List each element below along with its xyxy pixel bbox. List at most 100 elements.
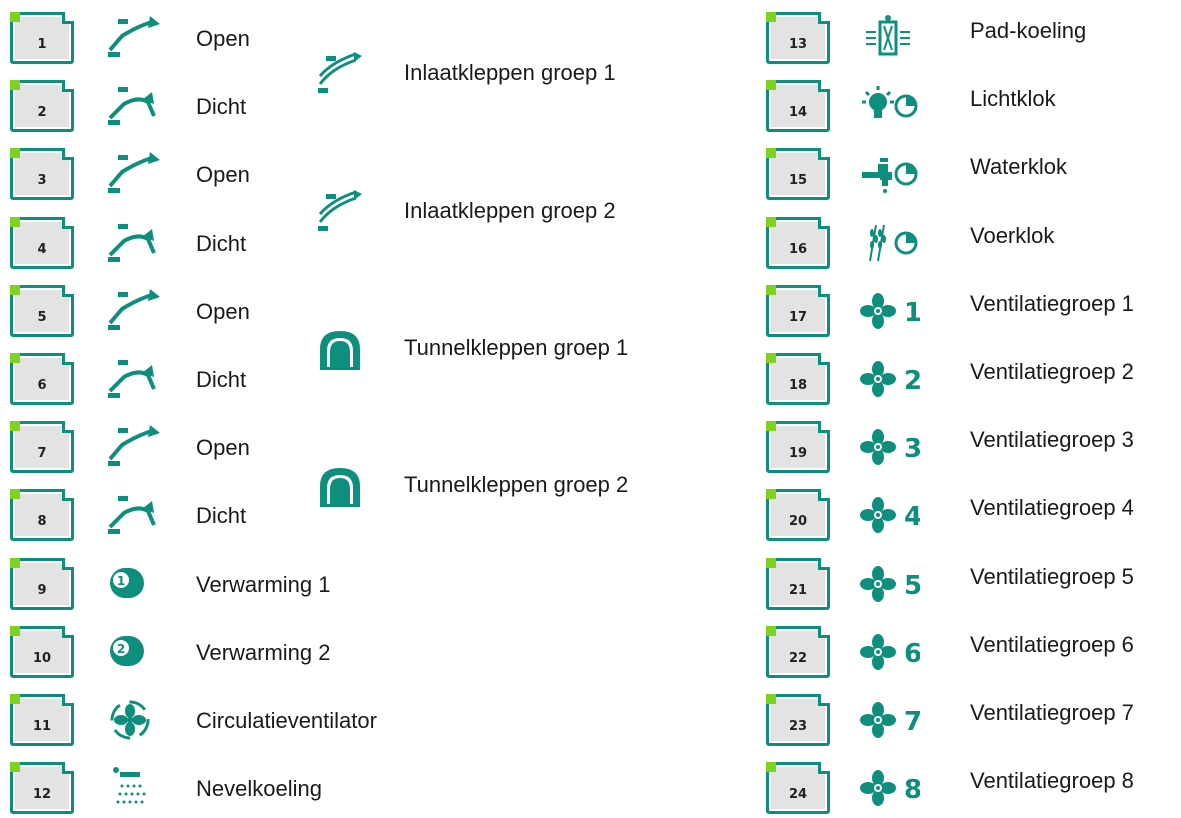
inlet-open-icon [104,150,164,198]
relay-label: Ventilatiegroep 5 [970,563,1134,589]
fan-icon: 6 [860,628,920,676]
relay-box-9[interactable]: 9 [10,557,74,610]
relay-box-23[interactable]: 23 [766,694,830,746]
inlet-open-icon [104,14,164,62]
pad-cooling-icon [860,14,920,62]
relay-number: 14 [788,105,808,121]
relay-box-1[interactable]: 1 [10,12,74,64]
relay-number: 8 [37,514,47,530]
inlet-open-icon [104,423,164,471]
svg-text:1: 1 [117,574,125,588]
relay-row: 14 Lichtklok [766,80,1181,136]
relay-row: 24 8 Ventilatiegroep 8 [766,762,1181,818]
relay-row: 16 Voerklok [766,216,1181,273]
relay-number: 5 [37,309,47,325]
svg-text:2: 2 [117,642,125,656]
relay-box-11[interactable]: 11 [10,694,74,746]
relay-number: 15 [788,173,808,189]
relay-label: Ventilatiegroep 8 [970,768,1134,794]
fan-group-number: 6 [904,639,920,669]
relay-number: 13 [788,37,808,52]
relay-row: 3 Open [10,148,330,204]
relay-number: 4 [37,241,47,257]
relay-label: Open [196,435,250,461]
relay-number: 20 [788,514,808,530]
fan-icon: 1 [860,287,920,335]
inlet-open-icon [104,287,164,335]
tunnel-icon [316,325,364,373]
heater-2-icon: 2 [104,628,164,676]
relay-label: Open [196,298,250,324]
relay-box-2[interactable]: 2 [10,80,74,133]
relay-row: 23 7 Ventilatiegroep 7 [766,694,1181,750]
fan-group-number: 5 [904,571,920,601]
valve-group: Inlaatkleppen groep 1 [316,50,716,106]
relay-row: 4 Dicht [10,216,330,273]
relay-label: Verwarming 1 [196,571,331,597]
relay-box-24[interactable]: 24 [766,762,830,815]
relay-box-20[interactable]: 20 [766,489,830,542]
inlet-closed-icon [104,219,164,267]
relay-box-3[interactable]: 3 [10,148,74,201]
relay-row: 5 Open [10,284,330,341]
relay-number: 21 [788,582,808,598]
relay-number: 9 [37,582,47,598]
relay-label: Waterklok [970,154,1067,180]
relay-row: 22 6 Ventilatiegroep 6 [766,625,1181,682]
fan-icon: 7 [860,696,920,744]
relay-box-5[interactable]: 5 [10,284,74,337]
relay-label: Dicht [196,367,247,392]
relay-label: Dicht [196,503,247,529]
inlet-group-icon [316,188,364,236]
relay-box-8[interactable]: 8 [10,489,74,542]
relay-row: 8 Dicht [10,489,330,545]
relay-number: 1 [37,37,47,52]
heater-1-icon: 1 [104,560,164,608]
relay-row: 13 Pad-koeling [766,12,1181,68]
relay-number: 16 [788,241,808,257]
relay-box-22[interactable]: 22 [766,625,830,678]
relay-box-21[interactable]: 21 [766,557,830,610]
relay-box-7[interactable]: 7 [10,421,74,474]
relay-box-10[interactable]: 10 [10,625,74,678]
inlet-closed-icon [104,82,164,130]
relay-number: 17 [788,309,808,325]
relay-box-13[interactable]: 13 [766,12,830,64]
relay-number: 12 [32,787,52,803]
relay-number: 6 [37,378,47,393]
relay-box-15[interactable]: 15 [766,148,830,201]
valve-group: Inlaatkleppen groep 2 [316,188,716,244]
relay-box-4[interactable]: 4 [10,216,74,269]
relay-label: Lichtklok [970,86,1056,112]
inlet-group-icon [316,50,364,98]
valve-group: Tunnelkleppen groep 1 [316,325,716,381]
relay-box-18[interactable]: 18 [766,353,830,405]
relay-label: Ventilatiegroep 6 [970,631,1134,657]
relay-row: 20 4 Ventilatiegroep 4 [766,489,1181,545]
relay-box-6[interactable]: 6 [10,353,74,405]
relay-box-12[interactable]: 12 [10,762,74,815]
relay-label: Nevelkoeling [196,776,322,802]
fan-group-number: 7 [904,707,920,737]
relay-number: 11 [32,719,52,734]
relay-label: Open [196,26,250,51]
relay-number: 2 [37,105,47,121]
fan-group-number: 3 [904,434,920,464]
relay-number: 7 [37,446,47,462]
fan-icon: 3 [860,423,920,471]
relay-row: 15 Waterklok [766,148,1181,204]
relay-label: Ventilatiegroep 7 [970,700,1134,725]
relay-number: 23 [788,719,808,734]
relay-number: 10 [32,650,52,666]
relay-number: 18 [788,378,808,393]
relay-box-19[interactable]: 19 [766,421,830,474]
fan-group-number: 1 [904,298,920,328]
relay-label: Dicht [196,94,247,120]
relay-box-16[interactable]: 16 [766,216,830,269]
valve-group: Tunnelkleppen groep 2 [316,462,716,518]
relay-box-14[interactable]: 14 [766,80,830,133]
relay-number: 3 [37,173,47,189]
relay-box-17[interactable]: 17 [766,284,830,337]
water-clock-icon [860,150,920,198]
relay-label: Circulatieventilator [196,708,377,733]
